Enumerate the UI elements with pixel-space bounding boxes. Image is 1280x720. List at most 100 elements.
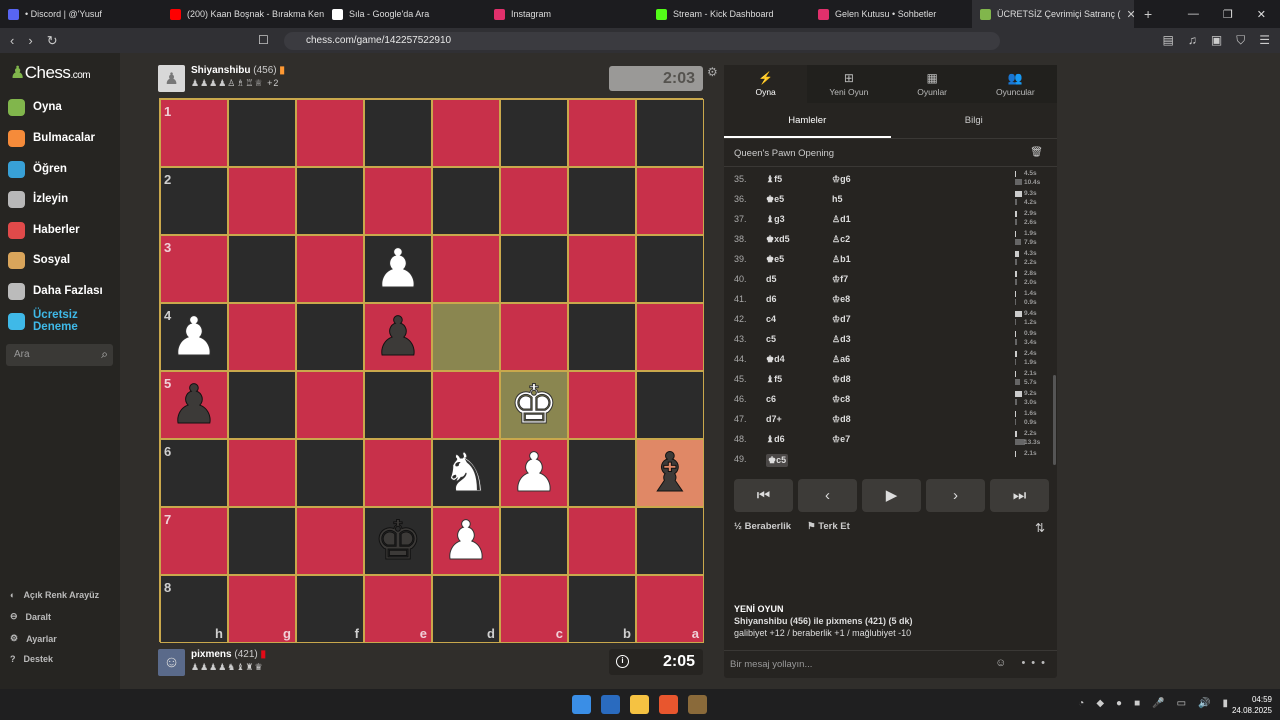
chess-board[interactable]: 1 2 3 ♟ 4 ♟ ♟ 5 ♟ ♚ 6 ♞ ♟ ♝ 7 ♚ ♟ 8 h g f e d c b a	[159, 98, 704, 643]
board-square[interactable]	[636, 371, 704, 439]
board-square[interactable]	[568, 99, 636, 167]
board-square[interactable]	[636, 235, 704, 303]
tray-icon[interactable]: ■	[1134, 698, 1140, 709]
last-move-button[interactable]: ⏭	[990, 479, 1049, 512]
sidebar-item-news[interactable]: Haberler	[8, 219, 80, 241]
chess-piece[interactable]: ♞	[441, 445, 490, 500]
previous-move-button[interactable]: ‹	[798, 479, 857, 512]
white-move[interactable]: ♝g3	[766, 214, 785, 225]
black-move[interactable]: ♙a6	[832, 354, 850, 365]
board-square[interactable]: ♞	[432, 439, 500, 507]
board-square[interactable]: ♟	[364, 303, 432, 371]
board-square[interactable]	[296, 167, 364, 235]
board-square[interactable]	[228, 507, 296, 575]
board-square[interactable]: ♚	[500, 371, 568, 439]
black-move[interactable]: ♔f7	[832, 274, 848, 285]
browser-tab[interactable]: Stream - Kick Dashboard	[648, 0, 810, 28]
board-square[interactable]	[296, 235, 364, 303]
board-square[interactable]	[500, 167, 568, 235]
board-square[interactable]: b	[568, 575, 636, 643]
black-move[interactable]: ♔d7	[832, 314, 851, 325]
minimize-icon[interactable]: —	[1188, 8, 1199, 20]
board-square[interactable]	[296, 507, 364, 575]
black-move[interactable]: ♔e8	[832, 294, 850, 305]
board-square[interactable]: g	[228, 575, 296, 643]
black-move[interactable]: ♔d8	[832, 414, 851, 425]
board-square[interactable]: 8h	[160, 575, 228, 643]
play-button[interactable]: ▶	[862, 479, 921, 512]
white-move[interactable]: ♚c5	[766, 454, 789, 467]
board-square[interactable]: 1	[160, 99, 228, 167]
chess-piece[interactable]: ♟	[509, 445, 558, 500]
subtab-hamleler[interactable]: Hamleler	[724, 103, 891, 138]
music-icon[interactable]: ♫	[1188, 33, 1197, 48]
chess-piece[interactable]: ♟	[373, 241, 422, 296]
brave-browser-icon[interactable]	[659, 695, 678, 714]
white-move[interactable]: ♚xd5	[766, 234, 790, 245]
avatar[interactable]: ♟	[158, 65, 185, 92]
sidebar-item-binoculars[interactable]: İzleyin	[8, 188, 68, 210]
white-move[interactable]: ♚d4	[766, 354, 785, 365]
tab-yeni-oyun[interactable]: ⊞ Yeni Oyun	[807, 65, 890, 103]
sidebar-bottom-item[interactable]: ⚙ Ayarlar	[10, 633, 57, 644]
board-square[interactable]	[568, 167, 636, 235]
move-list-scrollbar[interactable]	[1053, 375, 1056, 465]
wallet-icon[interactable]: ▣	[1211, 33, 1222, 48]
board-square[interactable]: d	[432, 575, 500, 643]
trash-icon[interactable]: 🗑	[1030, 147, 1043, 158]
first-move-button[interactable]: ⏮	[734, 479, 793, 512]
forward-icon[interactable]: ›	[28, 33, 32, 49]
white-move[interactable]: c4	[766, 314, 776, 324]
sidebar-item-pawn[interactable]: Oyna	[8, 96, 62, 118]
draw-button[interactable]: ½ Beraberlik	[734, 521, 791, 532]
white-move[interactable]: ♝d6	[766, 434, 785, 445]
emoji-icon[interactable]: ☺ •••	[995, 657, 1051, 669]
chess-piece[interactable]: ♚	[373, 513, 422, 568]
board-square[interactable]	[228, 303, 296, 371]
white-move[interactable]: ♝f5	[766, 174, 782, 185]
board-square[interactable]	[636, 507, 704, 575]
board-square[interactable]	[364, 371, 432, 439]
board-square[interactable]: 4 ♟	[160, 303, 228, 371]
url-field[interactable]: chess.com/game/142257522910	[284, 32, 1000, 50]
gallery-icon[interactable]	[601, 695, 620, 714]
maximize-icon[interactable]: ❐	[1223, 8, 1233, 21]
board-square[interactable]: c	[500, 575, 568, 643]
chess-piece[interactable]: ♟	[441, 513, 490, 568]
board-square[interactable]	[500, 507, 568, 575]
board-square[interactable]	[364, 99, 432, 167]
chat-input[interactable]: Bir mesaj yollayın... ☺ •••	[724, 650, 1057, 678]
flip-board-icon[interactable]: ⇅	[1035, 521, 1045, 535]
board-square[interactable]: f	[296, 575, 364, 643]
white-move[interactable]: c6	[766, 394, 776, 404]
black-move[interactable]: h5	[832, 194, 843, 204]
board-square[interactable]	[228, 439, 296, 507]
board-square[interactable]	[500, 99, 568, 167]
resign-button[interactable]: ⚑ Terk Et	[807, 521, 850, 532]
sidebar-toggle-icon[interactable]: ▤	[1163, 33, 1174, 48]
board-square[interactable]	[228, 167, 296, 235]
gear-icon[interactable]: ⚙	[707, 65, 718, 79]
white-move[interactable]: d6	[766, 294, 777, 304]
board-square[interactable]	[364, 167, 432, 235]
board-square[interactable]: 7	[160, 507, 228, 575]
browser-tab[interactable]: Gelen Kutusu • Sohbetler	[810, 0, 972, 28]
close-tab-icon[interactable]: ✕	[1127, 8, 1134, 21]
board-square[interactable]	[364, 439, 432, 507]
sidebar-item-more[interactable]: Daha Fazlası	[8, 280, 103, 302]
board-square[interactable]	[432, 235, 500, 303]
white-move[interactable]: ♚e5	[766, 254, 784, 265]
board-square[interactable]	[568, 371, 636, 439]
board-square[interactable]: 6	[160, 439, 228, 507]
bottom-player-name[interactable]: pixmens	[191, 649, 232, 660]
folder-icon[interactable]	[630, 695, 649, 714]
board-square[interactable]	[636, 99, 704, 167]
volume-icon[interactable]: 🔊	[1198, 698, 1210, 709]
board-square[interactable]	[568, 439, 636, 507]
menu-icon[interactable]: ☰	[1259, 33, 1270, 48]
black-move[interactable]: ♔g6	[832, 174, 851, 185]
search-input[interactable]: Ara ⌕	[6, 344, 113, 366]
sidebar-bottom-item[interactable]: ◐ Açık Renk Arayüz	[10, 590, 99, 600]
tray-icon[interactable]: ●	[1116, 698, 1122, 709]
sidebar-bottom-item[interactable]: ⊖ Daralt	[10, 611, 51, 622]
